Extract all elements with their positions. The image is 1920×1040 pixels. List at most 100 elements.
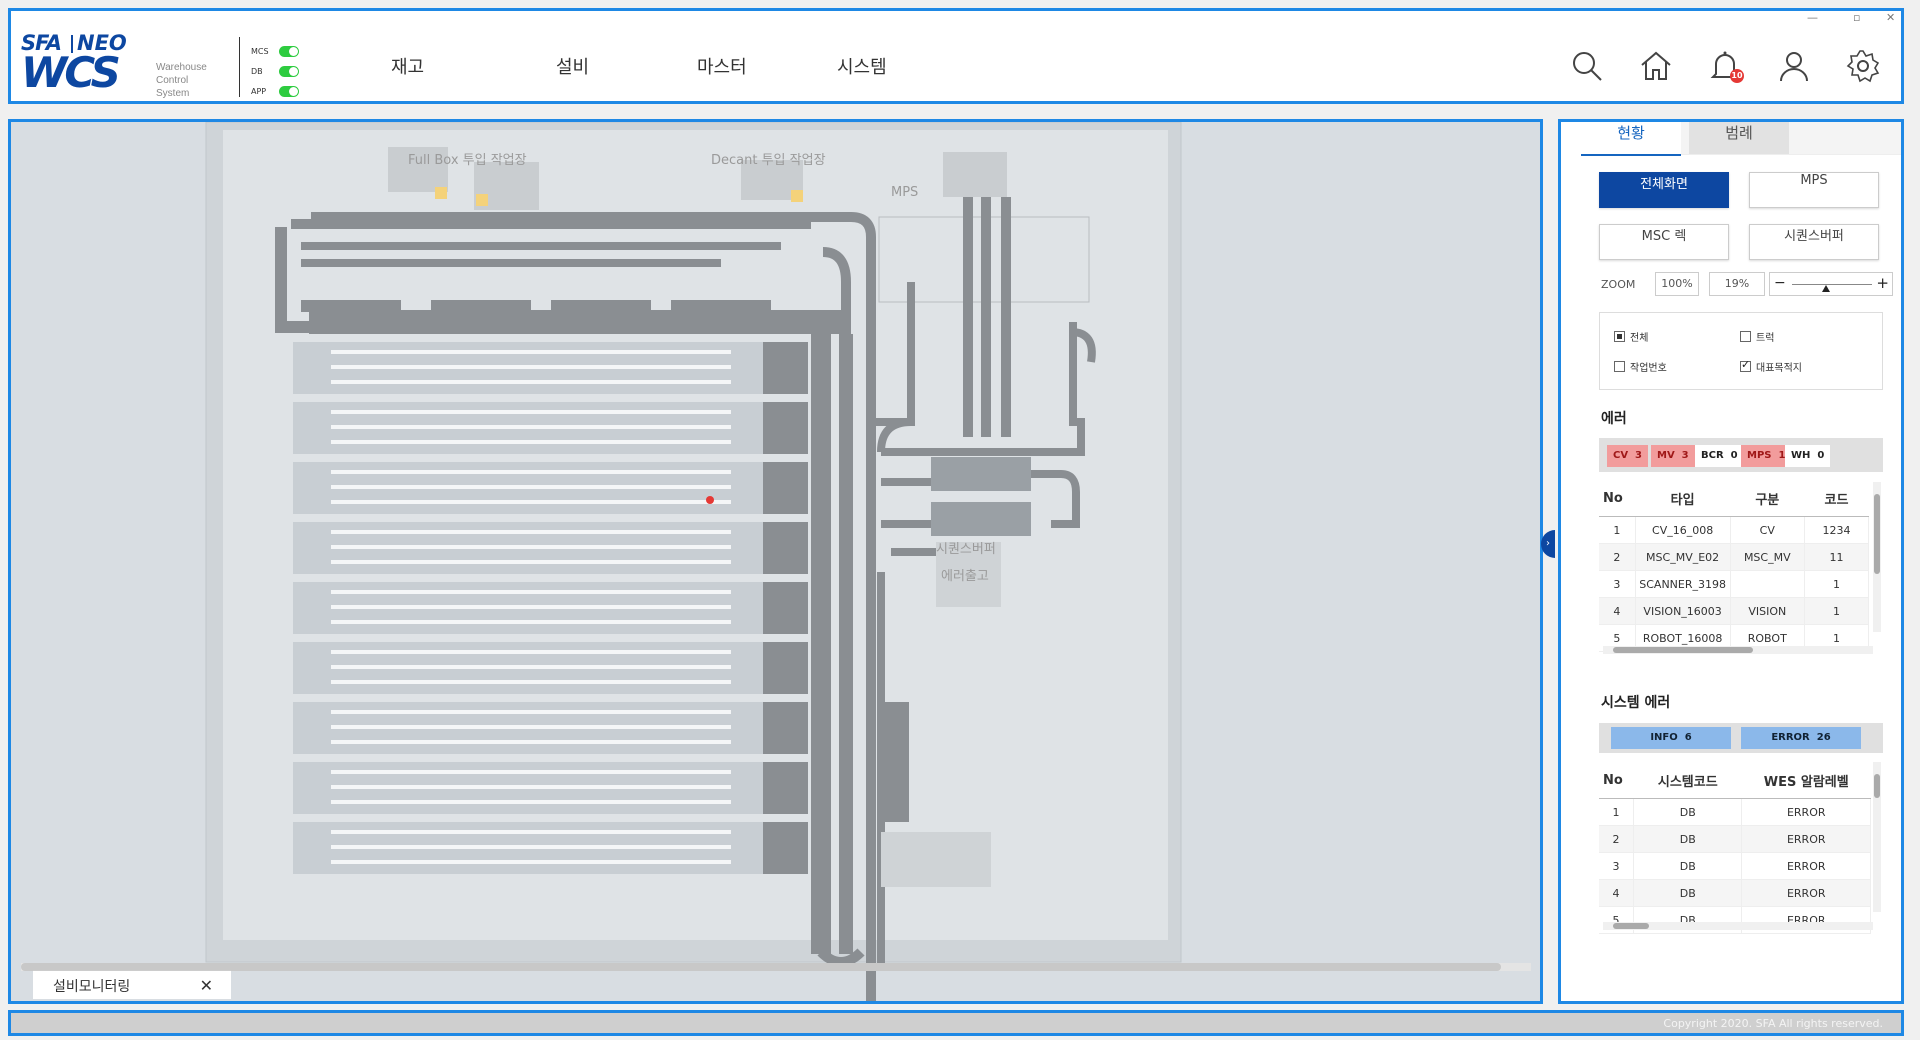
zoom-controls: ZOOM 100% 19% − + <box>1601 272 1893 298</box>
window-minimize-button[interactable]: — <box>1807 11 1818 24</box>
chip-name: INFO <box>1650 732 1678 743</box>
zoom-slider-track[interactable] <box>1792 284 1872 285</box>
close-icon[interactable]: ✕ <box>200 976 213 995</box>
system-table-vertical-scrollbar[interactable] <box>1873 762 1881 912</box>
checkbox-job-number[interactable]: 작업번호 <box>1614 359 1667 374</box>
bell-icon[interactable]: 10 <box>1708 49 1744 83</box>
window-maximize-button[interactable]: ▫ <box>1853 11 1860 24</box>
table-cell: CV_16_008 <box>1635 516 1731 544</box>
scrollbar-thumb[interactable] <box>1874 494 1880 574</box>
error-chip-cv[interactable]: CV 3 <box>1607 445 1649 467</box>
tab-status[interactable]: 현황 <box>1581 122 1681 156</box>
error-chip-mps[interactable]: MPS 1 <box>1741 445 1792 467</box>
zoom-in-icon[interactable]: + <box>1876 274 1889 292</box>
menu-inventory[interactable]: 재고 <box>391 53 424 79</box>
window-close-button[interactable]: ✕ <box>1886 11 1895 24</box>
header-divider <box>239 37 240 97</box>
table-row[interactable]: 3 DB ERROR <box>1599 852 1871 880</box>
status-side-panel: 현황 범례 전체화면 MPS MSC 렉 시퀀스버퍼 ZOOM 100% 19%… <box>1558 119 1904 1004</box>
display-options-panel: 전체 트럭 작업번호 대표목적지 <box>1599 312 1883 390</box>
warehouse-layout-diagram[interactable] <box>11 122 1541 1002</box>
table-row[interactable]: 4 VISION_16003 VISION 1 <box>1599 597 1870 625</box>
zoom-out-icon[interactable]: − <box>1774 275 1786 291</box>
chip-name: ERROR <box>1771 732 1810 743</box>
table-row[interactable]: 1 CV_16_008 CV 1234 <box>1599 516 1870 544</box>
checkbox-main-destination[interactable]: 대표목적지 <box>1740 358 1802 374</box>
app-status-toggle[interactable] <box>279 85 299 97</box>
table-cell <box>1730 570 1805 598</box>
notification-badge: 10 <box>1730 69 1744 83</box>
system-table-horizontal-scrollbar[interactable] <box>1603 922 1873 930</box>
table-row[interactable]: 2 DB ERROR <box>1599 825 1871 853</box>
checkbox-box[interactable] <box>1614 331 1625 342</box>
checkbox-box[interactable] <box>1740 331 1751 342</box>
column-header[interactable]: 코드 <box>1804 480 1869 517</box>
table-cell: 2 <box>1599 543 1636 571</box>
app-header: SFA NEO WCS Warehouse Control System MCS… <box>8 8 1904 104</box>
system-chip-error[interactable]: ERROR 26 <box>1741 727 1861 749</box>
table-row[interactable]: 4 DB ERROR <box>1599 879 1871 907</box>
error-chip-wh[interactable]: WH 0 <box>1785 445 1831 467</box>
rack-conveyor <box>763 522 808 574</box>
rack-aisle <box>331 485 731 489</box>
table-cell: 4 <box>1599 597 1636 625</box>
rack-aisle <box>331 365 731 369</box>
mps-button[interactable]: MPS <box>1749 172 1879 208</box>
side-panel-toggle-button[interactable]: › <box>1541 530 1555 558</box>
rack-aisle <box>331 410 731 414</box>
rack-aisle <box>331 800 731 804</box>
mcs-status-toggle[interactable] <box>279 45 299 57</box>
db-status-toggle[interactable] <box>279 65 299 77</box>
scrollbar-thumb[interactable] <box>1613 923 1649 929</box>
zoom-slider-thumb[interactable] <box>1822 285 1831 292</box>
msc-rack-button[interactable]: MSC 렉 <box>1599 224 1729 260</box>
sequence-buffer-button[interactable]: 시퀀스버퍼 <box>1749 224 1879 260</box>
table-cell: 3 <box>1599 570 1636 598</box>
zoom-preset-button[interactable]: 100% <box>1655 272 1699 296</box>
column-header[interactable]: 구분 <box>1730 480 1805 517</box>
menu-master[interactable]: 마스터 <box>697 53 747 79</box>
error-chip-mv[interactable]: MV 3 <box>1651 445 1695 467</box>
wcs-logo: SFA NEO WCS Warehouse Control System <box>21 31 246 99</box>
checkbox-truck[interactable]: 트럭 <box>1740 329 1774 344</box>
column-header[interactable]: 타입 <box>1635 480 1731 517</box>
menu-equipment[interactable]: 설비 <box>556 53 589 79</box>
sequence-buffer-label: 시퀀스버퍼 <box>936 542 996 557</box>
equipment-map-view[interactable]: Full Box 투입 작업장 Decant 투입 작업장 MPS 시퀀스버퍼 … <box>8 119 1543 1004</box>
gear-icon[interactable] <box>1846 49 1880 83</box>
system-error-section-title: 시스템 에러 <box>1601 695 1671 711</box>
error-table-vertical-scrollbar[interactable] <box>1873 482 1881 632</box>
user-icon[interactable] <box>1777 49 1811 83</box>
logo-subtitle-line: Control <box>156 75 189 86</box>
search-icon[interactable] <box>1570 49 1604 83</box>
column-header[interactable]: No <box>1599 762 1634 799</box>
status-row-mcs: MCS <box>251 41 311 61</box>
column-header[interactable]: WES 알람레벨 <box>1741 762 1871 799</box>
tab-equipment-monitoring[interactable]: 설비모니터링 ✕ <box>33 970 231 999</box>
error-table-horizontal-scrollbar[interactable] <box>1603 646 1873 654</box>
table-cell: ERROR <box>1741 879 1871 907</box>
table-row[interactable]: 1 DB ERROR <box>1599 798 1871 826</box>
error-chip-bcr[interactable]: BCR 0 <box>1695 445 1744 467</box>
map-horizontal-scrollbar[interactable] <box>21 963 1501 971</box>
table-row[interactable]: 2 MSC_MV_E02 MSC_MV 11 <box>1599 543 1870 571</box>
rack-aisle <box>331 740 731 744</box>
table-row[interactable]: 3 SCANNER_3198 1 <box>1599 570 1870 598</box>
zoom-slider[interactable]: − + <box>1769 272 1893 296</box>
status-label: APP <box>251 86 267 96</box>
scrollbar-thumb[interactable] <box>1613 647 1753 653</box>
home-icon[interactable] <box>1639 49 1673 83</box>
rack-aisle <box>331 710 731 714</box>
column-header[interactable]: No <box>1599 480 1636 517</box>
fullscreen-button[interactable]: 전체화면 <box>1599 172 1729 208</box>
chip-count: 26 <box>1816 732 1831 743</box>
scrollbar-thumb[interactable] <box>1874 774 1880 798</box>
copyright-text: Copyright 2020. SFA All rights reserved. <box>1663 1017 1883 1030</box>
checkbox-box[interactable] <box>1614 361 1625 372</box>
tab-legend[interactable]: 범례 <box>1689 122 1789 154</box>
column-header[interactable]: 시스템코드 <box>1633 762 1742 799</box>
checkbox-all[interactable]: 전체 <box>1614 329 1648 344</box>
menu-system[interactable]: 시스템 <box>837 53 887 79</box>
system-chip-info[interactable]: INFO 6 <box>1611 727 1731 749</box>
checkbox-box[interactable] <box>1740 358 1751 372</box>
